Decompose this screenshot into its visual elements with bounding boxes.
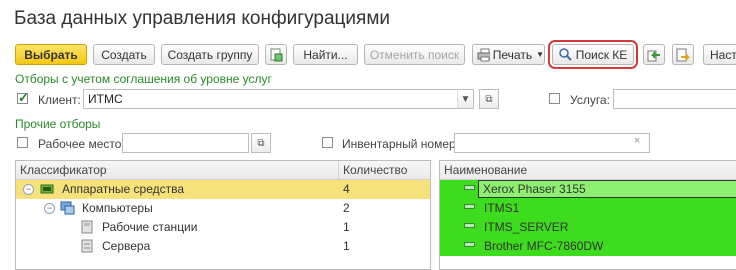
printer-icon [477,48,490,61]
item-name: ITMS_SERVER [484,220,569,234]
copy-button[interactable] [265,44,287,65]
column-header-name[interactable]: Наименование [440,161,736,180]
table-row[interactable]: − Аппаратные средства 4 [16,180,430,199]
other-filters-heading: Прочие отборы [15,117,101,131]
config-item-icon [464,204,475,209]
table-row[interactable]: Xerox Phaser 3155 [440,180,736,199]
config-item-icon [464,242,475,247]
export-icon [676,48,690,61]
table-row[interactable]: Brother MFC-7860DW [440,237,736,256]
column-header-classifier[interactable]: Классификатор [16,161,339,180]
window-title: База данных управления конфигурациями [14,8,391,29]
open-icon: ⧉ [485,93,493,105]
copy-icon [270,48,283,61]
settings-button[interactable]: Наст [703,44,736,65]
workplace-field[interactable] [122,133,249,153]
inventory-field[interactable] [454,133,650,153]
service-checkbox[interactable] [549,93,560,104]
workstation-icon [81,220,93,234]
config-item-icon [464,223,475,228]
cancel-search-button[interactable]: Отменить поиск [364,44,465,65]
collapse-icon[interactable]: − [44,203,55,214]
create-group-button[interactable]: Создать группу [161,44,259,65]
classifier-count: 2 [343,201,350,215]
service-label: Услуга: [570,93,610,107]
server-icon [81,239,93,253]
open-icon: ⧉ [257,137,265,149]
classifier-count: 4 [343,182,350,196]
select-button[interactable]: Выбрать [15,44,87,65]
item-name: Brother MFC-7860DW [484,239,604,253]
sla-filters-heading: Отборы с учетом соглашения об уровне усл… [15,72,272,86]
item-name: Xerox Phaser 3155 [478,180,736,198]
classifier-name: Компьютеры [82,201,153,215]
column-header-count[interactable]: Количество [339,161,430,180]
import-button[interactable] [643,44,665,65]
collapse-icon[interactable]: − [23,184,34,195]
classifier-name: Рабочие станции [102,220,198,234]
client-dropdown-button[interactable]: ▼ [457,89,474,109]
table-row[interactable]: Сервера 1 [16,237,430,256]
workplace-label: Рабочее место: [38,137,125,151]
workplace-checkbox[interactable] [17,137,28,148]
classifier-name: Сервера [102,239,151,253]
client-field[interactable]: ИТМС [83,89,474,109]
classifier-name: Аппаратные средства [62,182,185,196]
search-icon [558,48,572,61]
clear-icon[interactable]: × [634,135,640,147]
classifier-table: Классификатор Количество − Аппаратные ср… [15,160,431,270]
find-button[interactable]: Найти... [293,44,358,65]
hardware-icon [40,184,54,194]
classifier-count: 1 [343,239,350,253]
table-row[interactable]: ITMS1 [440,199,736,218]
import-icon [647,50,660,61]
print-label: Печать [492,47,533,62]
inventory-label: Инвентарный номер: [342,137,460,151]
search-ke-button[interactable]: Поиск КЕ [548,40,638,69]
chevron-down-icon: ▼ [460,93,471,105]
items-table: Наименование Xerox Phaser 3155 ITMS1 ITM… [439,160,736,270]
item-name: ITMS1 [484,201,520,215]
client-open-button[interactable]: ⧉ [479,89,499,109]
create-button[interactable]: Создать [93,44,155,65]
search-ke-label: Поиск КЕ [575,47,628,62]
classifier-count: 1 [343,220,350,234]
inventory-checkbox[interactable] [322,137,333,148]
print-button[interactable]: Печать ▼ [472,44,545,65]
table-row[interactable]: ITMS_SERVER [440,218,736,237]
chevron-down-icon: ▼ [536,50,544,59]
client-checkbox[interactable] [17,90,29,106]
client-label: Клиент: [38,93,81,107]
table-row[interactable]: Рабочие станции 1 [16,218,430,237]
workplace-open-button[interactable]: ⧉ [251,133,271,153]
export-button[interactable] [672,44,694,65]
computers-icon [60,201,75,215]
table-row[interactable]: − Компьютеры 2 [16,199,430,218]
config-item-icon [464,185,475,190]
service-field[interactable] [613,89,736,109]
